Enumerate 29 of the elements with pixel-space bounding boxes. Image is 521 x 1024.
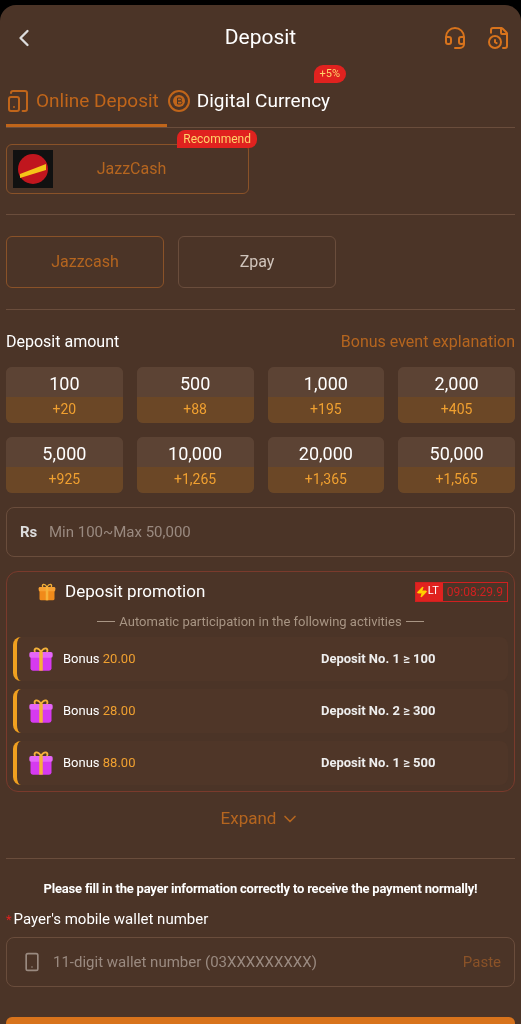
deposit-condition: Deposit No. 1 ≥ 500 [321,754,436,773]
phone-icon [6,89,30,114]
bonus-text: Bonus 28.00 [63,702,137,721]
promotion-title: Deposit promotion [65,579,206,603]
gift-icon [27,645,55,673]
bonus-text: Bonus 20.00 [63,650,137,669]
promotion-subtitle: Automatic participation in the following activities [119,612,402,631]
payer-notice: Please fill in the payer information correctly to receive the payment normally! [42,879,479,898]
countdown-badge: LT 09:08:29.9 [414,581,508,602]
deposit-condition: Deposit No. 2 ≥ 300 [321,702,436,721]
gift-icon [27,749,55,777]
gift-icon [37,581,57,602]
deposit-condition: Deposit No. 1 ≥ 100 [321,650,436,669]
currency-label: Rs [20,521,38,543]
required-mark: * [6,910,12,929]
lightning-icon [415,585,428,598]
bonus-text: Bonus 88.00 [63,754,137,773]
section-title: Deposit amount [6,330,120,353]
record-icon[interactable] [487,26,511,50]
page-title: Deposit [224,24,297,52]
method-button[interactable]: Zpay [178,235,336,288]
gift-icon [27,697,55,725]
recommend-badge: Recommend [177,129,257,148]
bonus-badge: +5% [313,65,347,83]
field-label: Payer's mobile wallet number [13,909,209,930]
coin-icon [166,89,191,114]
headset-icon[interactable] [443,26,467,50]
wallet-logo [13,149,53,188]
phone-icon [22,951,42,972]
